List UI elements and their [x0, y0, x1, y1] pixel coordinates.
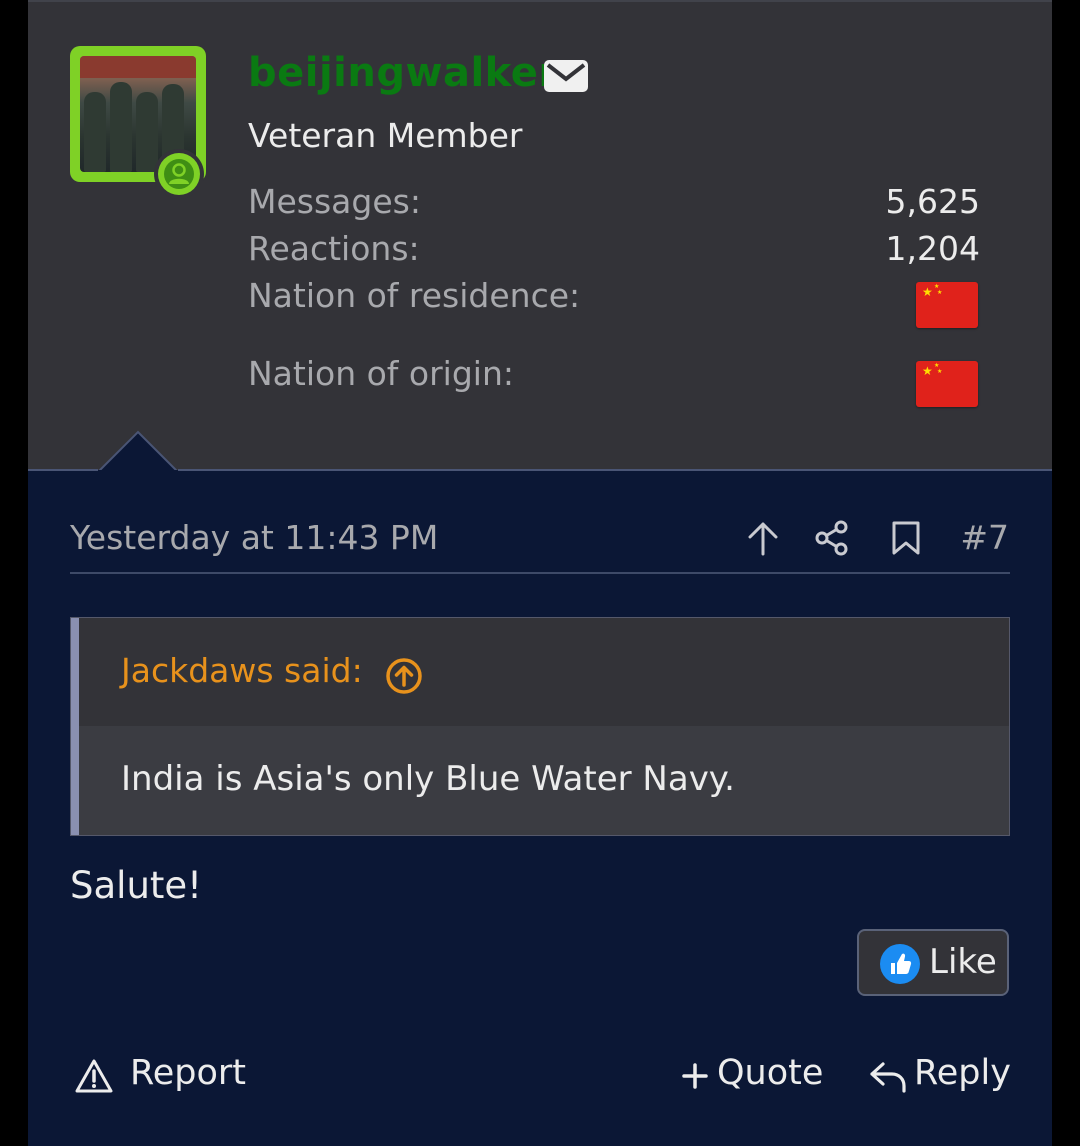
messages-label: Messages: — [248, 182, 421, 221]
quote-block: Jackdaws said: India is Asia's only Blue… — [70, 617, 1010, 836]
post-panel: beijingwalker Veteran Member Messages: 5… — [28, 0, 1052, 1146]
post-header-divider — [70, 572, 1010, 574]
reactions-value: 1,204 — [885, 229, 980, 268]
china-flag-icon: ★ ★ ★ — [916, 282, 978, 328]
residence-label: Nation of residence: — [248, 276, 581, 315]
online-status-icon — [154, 149, 204, 199]
quote-author[interactable]: Jackdaws said: — [121, 651, 363, 690]
jump-to-quote-icon[interactable] — [385, 657, 423, 695]
like-label: Like — [929, 942, 997, 982]
user-info-block: beijingwalker Veteran Member Messages: 5… — [28, 0, 1052, 471]
thumbs-up-icon — [880, 944, 920, 984]
like-button[interactable]: Like — [857, 929, 1009, 996]
origin-label: Nation of origin: — [248, 354, 514, 393]
post-number[interactable]: #7 — [960, 518, 1009, 557]
warning-icon[interactable] — [74, 1058, 114, 1094]
arrow-up-icon[interactable] — [746, 520, 780, 556]
reply-button[interactable]: Reply — [914, 1053, 1011, 1093]
post-date[interactable]: Yesterday at 11:43 PM — [70, 518, 438, 557]
post-body: Salute! — [70, 864, 202, 907]
reactions-label: Reactions: — [248, 229, 420, 268]
plus-icon[interactable] — [682, 1063, 708, 1089]
report-button[interactable]: Report — [130, 1053, 246, 1093]
divider — [28, 469, 98, 471]
bookmark-icon[interactable] — [890, 520, 922, 556]
quote-accent-bar — [71, 618, 79, 835]
username[interactable]: beijingwalker — [248, 50, 559, 96]
china-flag-icon: ★ ★ ★ — [916, 361, 978, 407]
user-block-pointer — [96, 430, 180, 474]
quote-button[interactable]: Quote — [717, 1053, 823, 1093]
share-icon[interactable] — [814, 520, 850, 556]
quote-text: India is Asia's only Blue Water Navy. — [121, 759, 735, 799]
reply-icon[interactable] — [868, 1059, 908, 1095]
user-title: Veteran Member — [248, 116, 523, 155]
quote-content: India is Asia's only Blue Water Navy. — [79, 726, 1009, 835]
mail-icon[interactable] — [544, 60, 588, 92]
quote-header: Jackdaws said: — [79, 618, 1009, 726]
messages-value: 5,625 — [885, 182, 980, 221]
divider — [178, 469, 1052, 471]
